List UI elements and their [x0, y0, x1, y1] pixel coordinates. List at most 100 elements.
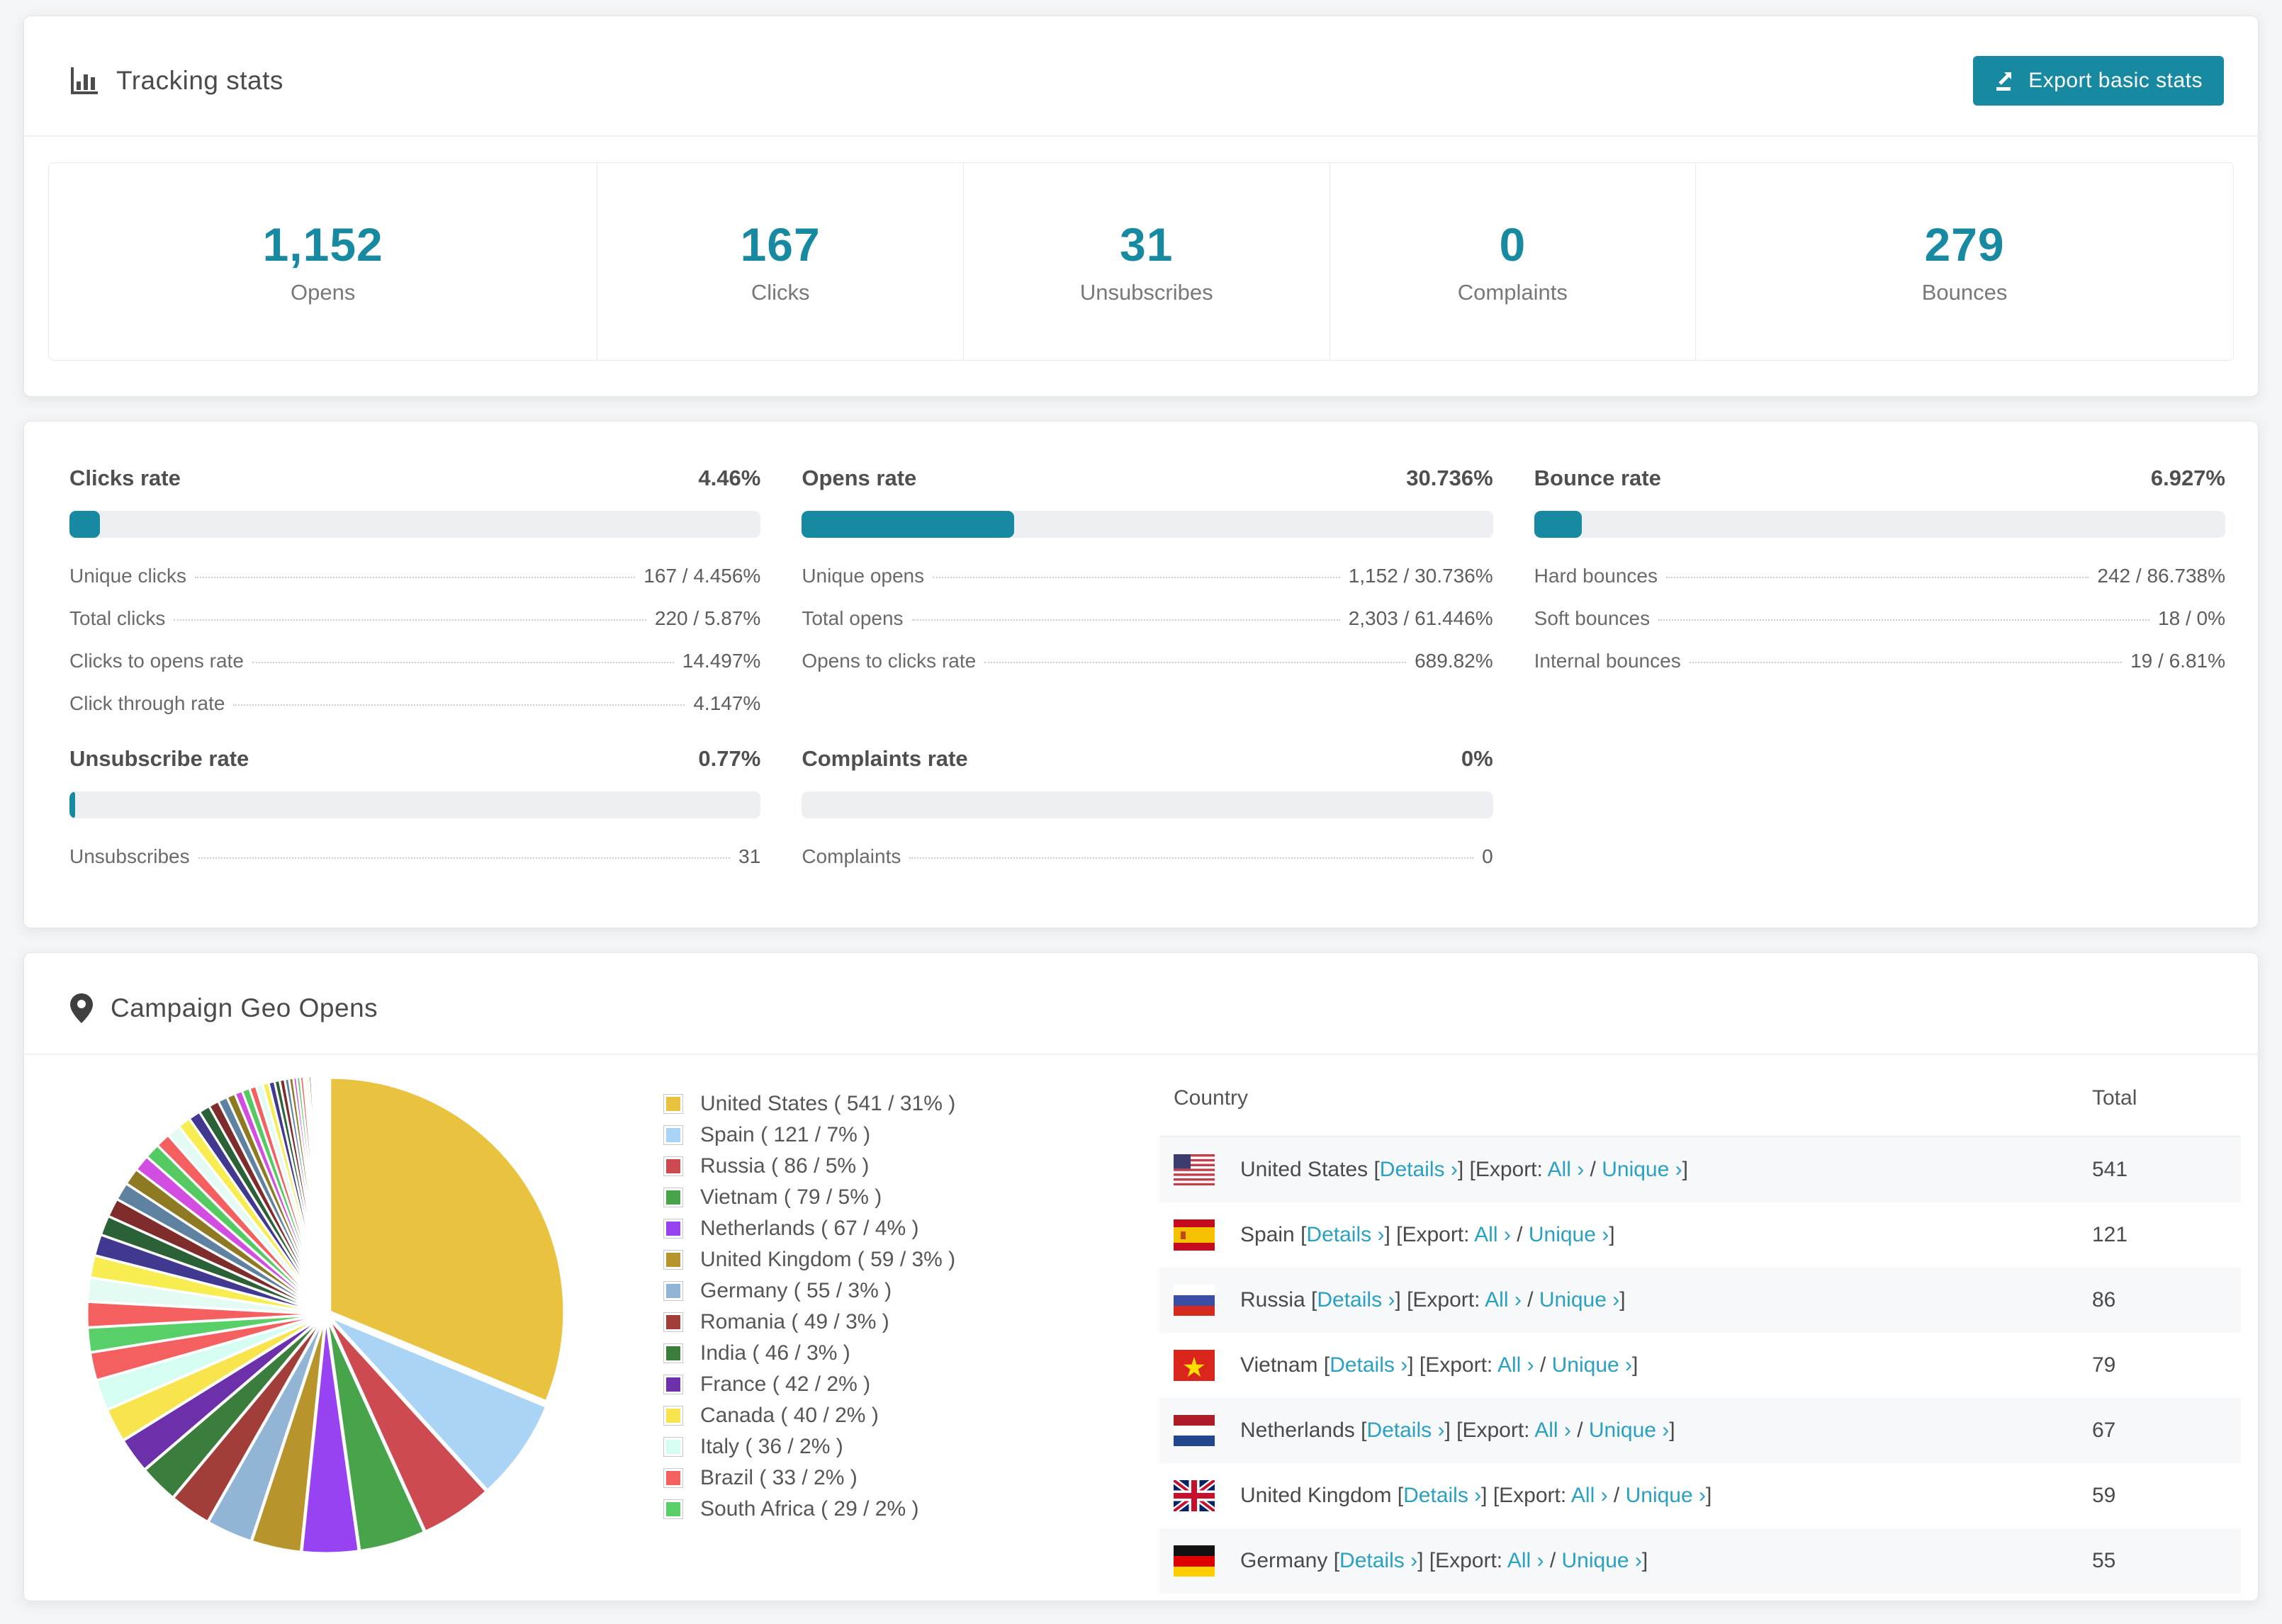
rate-progress-fill — [1534, 511, 1583, 538]
summary-stat-opens: 1,152 Opens — [49, 163, 597, 360]
slash: / — [1584, 1158, 1602, 1181]
vn-flag-icon — [1174, 1350, 1215, 1381]
country-cell: Spain [Details ›] [Export: All › / Uniqu… — [1174, 1219, 2064, 1251]
export-all-link[interactable]: All › — [1474, 1223, 1511, 1246]
details-link[interactable]: Details › — [1330, 1353, 1407, 1377]
geo-body: United States ( 541 / 31% ) Spain ( 121 /… — [24, 1055, 2258, 1594]
export-unique-link[interactable]: Unique › — [1562, 1549, 1642, 1572]
legend-swatch — [663, 1281, 683, 1301]
export-button-label: Export basic stats — [2028, 69, 2203, 92]
legend-label: France ( 42 / 2% ) — [700, 1372, 871, 1396]
legend-swatch — [663, 1094, 683, 1114]
detail-label: Total clicks — [69, 607, 166, 629]
legend-swatch — [663, 1219, 683, 1239]
rate-progress-bar — [1534, 511, 2225, 538]
rate-progress-fill — [69, 511, 101, 538]
stat-label: Clicks — [751, 280, 810, 305]
details-link[interactable]: Details › — [1306, 1223, 1384, 1246]
export-all-link[interactable]: All › — [1497, 1353, 1534, 1377]
legend-label: Germany ( 55 / 3% ) — [700, 1279, 892, 1302]
de-flag-icon — [1174, 1545, 1215, 1577]
opens-rate-block: Opens rate 30.736% Unique opens 1,152 / 30.… — [802, 466, 1493, 725]
rate-value: 0.77% — [698, 746, 761, 771]
stat-label: Unsubscribes — [1079, 280, 1213, 305]
detail-label: Unsubscribes — [69, 845, 190, 867]
legend-swatch — [663, 1188, 683, 1207]
detail-label: Opens to clicks rate — [802, 650, 977, 672]
detail-value: 2,303 / 61.446% — [1348, 607, 1493, 629]
detail-value: 242 / 86.738% — [2097, 565, 2225, 587]
detail-label: Total opens — [802, 607, 904, 629]
rate-detail-row: Unsubscribes 31 — [69, 835, 760, 878]
summary-stat-bounces: 279 Bounces — [1695, 163, 2233, 360]
country-cell: United Kingdom [Details ›] [Export: All … — [1171, 1477, 2064, 1514]
summary-stat-unsubscribes: 31 Unsubscribes — [962, 163, 1330, 360]
rate-value: 4.46% — [698, 466, 761, 490]
export-unique-link[interactable]: Unique › — [1552, 1353, 1632, 1377]
dotted-leader — [933, 577, 1340, 578]
legend-item: United States ( 541 / 31% ) — [663, 1089, 1159, 1119]
bracket: ] — [1641, 1549, 1648, 1572]
legend-item: Germany ( 55 / 3% ) — [663, 1276, 1159, 1306]
total-cell: 121 — [2092, 1223, 2128, 1246]
details-link[interactable]: Details › — [1317, 1288, 1395, 1312]
country-name: Germany [ — [1240, 1549, 1340, 1572]
bracket: ] — [1682, 1158, 1688, 1181]
rate-progress-bar — [69, 791, 761, 818]
rate-detail-row: Clicks to opens rate 14.497% — [69, 640, 760, 682]
legend-label: Russia ( 86 / 5% ) — [700, 1154, 870, 1178]
stat-value: 1,152 — [262, 218, 383, 271]
export-all-link[interactable]: All › — [1485, 1288, 1522, 1312]
complaints-rate-block: Complaints rate 0% Complaints 0 — [802, 746, 1493, 878]
export-unique-link[interactable]: Unique › — [1626, 1484, 1706, 1507]
total-cell: 67 — [2092, 1419, 2116, 1442]
legend-item: South Africa ( 29 / 2% ) — [663, 1494, 1159, 1524]
legend-item: Netherlands ( 67 / 4% ) — [663, 1214, 1159, 1244]
export-all-link[interactable]: All › — [1507, 1549, 1544, 1572]
detail-label: Unique clicks — [69, 565, 186, 587]
details-link[interactable]: Details › — [1339, 1549, 1417, 1572]
bracket: ] — [1669, 1419, 1675, 1442]
country-links: United Kingdom [Details ›] [Export: All … — [1240, 1484, 1712, 1508]
country-links: Vietnam [Details ›] [Export: All › / Uni… — [1240, 1353, 1638, 1377]
rate-title: Clicks rate — [69, 466, 181, 490]
rate-value: 30.736% — [1406, 466, 1493, 490]
bracket: ] [Export: — [1407, 1353, 1497, 1377]
country-name: Vietnam [ — [1240, 1353, 1330, 1377]
geo-table-wrap: Country Total United States [Details ›] … — [1159, 1061, 2241, 1594]
export-all-link[interactable]: All › — [1548, 1158, 1585, 1181]
legend-swatch — [663, 1156, 683, 1176]
legend-item: India ( 46 / 3% ) — [663, 1338, 1159, 1368]
dotted-leader — [1689, 662, 2123, 663]
legend-item: United Kingdom ( 59 / 3% ) — [663, 1245, 1159, 1275]
legend-item: Vietnam ( 79 / 5% ) — [663, 1183, 1159, 1212]
country-name: Spain [ — [1240, 1223, 1307, 1246]
export-all-link[interactable]: All › — [1534, 1419, 1571, 1442]
details-link[interactable]: Details › — [1403, 1484, 1481, 1507]
export-unique-link[interactable]: Unique › — [1529, 1223, 1609, 1246]
legend-item: Canada ( 40 / 2% ) — [663, 1401, 1159, 1431]
rate-detail-row: Hard bounces 242 / 86.738% — [1534, 555, 2225, 597]
export-unique-link[interactable]: Unique › — [1589, 1419, 1669, 1442]
legend-swatch — [663, 1468, 683, 1488]
tracking-stats-header: Tracking stats Export basic stats — [24, 16, 2258, 137]
export-unique-link[interactable]: Unique › — [1539, 1288, 1619, 1312]
details-link[interactable]: Details › — [1366, 1419, 1444, 1442]
country-cell: Vietnam [Details ›] [Export: All › / Uni… — [1174, 1350, 2064, 1381]
country-name: United Kingdom [ — [1240, 1484, 1404, 1507]
detail-label: Internal bounces — [1534, 650, 1681, 672]
dotted-leader — [911, 619, 1340, 621]
rate-detail-row: Complaints 0 — [802, 835, 1493, 878]
stat-value: 0 — [1499, 218, 1527, 271]
dotted-leader — [252, 662, 674, 663]
export-all-link[interactable]: All › — [1571, 1484, 1608, 1507]
legend-swatch — [663, 1312, 683, 1332]
geo-opens-card: Campaign Geo Opens United States ( 541 /… — [23, 952, 2259, 1601]
detail-value: 4.147% — [693, 692, 761, 714]
details-link[interactable]: Details › — [1380, 1158, 1458, 1181]
export-basic-stats-button[interactable]: Export basic stats — [1973, 56, 2224, 106]
stat-value: 279 — [1924, 218, 2005, 271]
bounce-rate-block: Bounce rate 6.927% Hard bounces 242 / 86.73… — [1534, 466, 2225, 725]
geo-table-row: Vietnam [Details ›] [Export: All › / Uni… — [1159, 1333, 2241, 1398]
export-unique-link[interactable]: Unique › — [1602, 1158, 1682, 1181]
